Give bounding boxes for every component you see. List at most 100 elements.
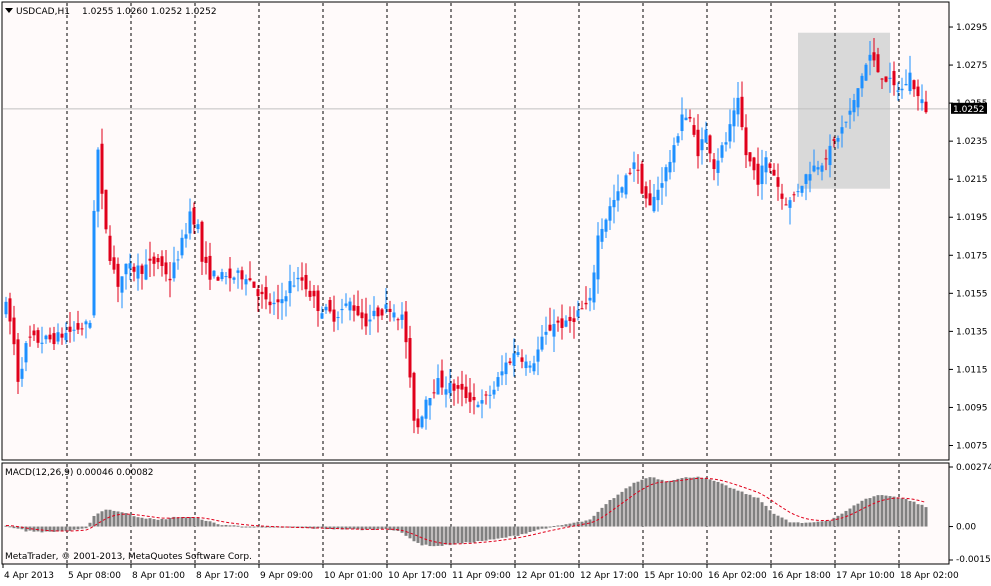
macd-bar bbox=[808, 522, 812, 527]
macd-bar bbox=[208, 521, 212, 527]
copyright-label: MetaTrader, © 2001-2013, MetaQuotes Soft… bbox=[5, 552, 252, 562]
candle-body bbox=[16, 339, 20, 382]
price-axis[interactable]: 1.02951.02751.02551.02351.02151.01951.01… bbox=[949, 23, 988, 451]
candle-body bbox=[532, 363, 536, 372]
macd-bar bbox=[36, 526, 40, 532]
macd-bar bbox=[848, 508, 852, 527]
candle-body bbox=[832, 139, 836, 141]
candle-body bbox=[188, 211, 192, 234]
macd-bar bbox=[640, 479, 644, 527]
candle-body bbox=[380, 309, 384, 316]
candle-body bbox=[840, 127, 844, 134]
candle-body bbox=[160, 256, 164, 267]
price-chart[interactable]: 1.02951.02751.02551.02351.02151.01951.01… bbox=[0, 0, 991, 582]
candle-body bbox=[544, 331, 548, 335]
candle-body bbox=[848, 110, 852, 115]
macd-bar bbox=[452, 526, 456, 545]
macd-bar bbox=[380, 526, 384, 530]
candle-body bbox=[768, 163, 772, 168]
macd-bar bbox=[840, 513, 844, 527]
chart-window[interactable]: 1.02951.02751.02551.02351.02151.01951.01… bbox=[0, 0, 991, 582]
y-tick-label: 1.0155 bbox=[956, 289, 988, 299]
macd-bar bbox=[748, 494, 752, 527]
candle-body bbox=[52, 333, 56, 345]
candle-body bbox=[628, 172, 632, 174]
candle-body bbox=[124, 263, 128, 275]
candle-body bbox=[812, 165, 816, 172]
macd-bar bbox=[124, 513, 128, 527]
candle-body bbox=[884, 76, 888, 82]
macd-bar bbox=[684, 477, 688, 527]
macd-bar bbox=[116, 511, 120, 527]
candle-body bbox=[504, 362, 508, 375]
macd-bar bbox=[552, 526, 556, 528]
candle-body bbox=[732, 110, 736, 127]
macd-axis[interactable]: 0.00274 0.00 -0.00154 bbox=[949, 463, 991, 565]
candle-body bbox=[748, 152, 752, 162]
candle-body bbox=[676, 136, 680, 143]
highlight-box bbox=[798, 32, 890, 189]
macd-bar bbox=[524, 526, 528, 534]
macd-bar bbox=[876, 495, 880, 527]
macd-bar bbox=[776, 515, 780, 527]
macd-bar bbox=[616, 494, 620, 527]
candle-body bbox=[60, 333, 64, 338]
candle-body bbox=[180, 237, 184, 256]
macd-bar bbox=[692, 477, 696, 527]
macd-bar bbox=[768, 510, 772, 527]
candle-body bbox=[172, 262, 176, 279]
candle-body bbox=[604, 219, 608, 232]
highlight-rectangle[interactable] bbox=[798, 32, 890, 189]
macd-bar bbox=[148, 518, 152, 527]
candle-body bbox=[56, 332, 60, 342]
candle-body bbox=[408, 338, 412, 378]
macd-bar bbox=[576, 521, 580, 527]
macd-bar bbox=[508, 526, 512, 537]
macd-bar bbox=[620, 491, 624, 527]
candle-body bbox=[196, 224, 200, 230]
candle-body bbox=[760, 165, 764, 185]
candle-body bbox=[440, 370, 444, 388]
macd-bar bbox=[240, 526, 244, 528]
macd-bar bbox=[504, 526, 508, 538]
x-tick-label: 10 Apr 01:00 bbox=[324, 571, 383, 581]
macd-bar bbox=[396, 526, 400, 531]
candle-body bbox=[924, 101, 928, 113]
macd-bar bbox=[820, 521, 824, 527]
candle-body bbox=[632, 162, 636, 169]
candle-body bbox=[68, 326, 72, 332]
macd-bar bbox=[252, 526, 256, 528]
macd-bar bbox=[168, 517, 172, 527]
candle-body bbox=[452, 383, 456, 391]
candle-body bbox=[360, 312, 364, 319]
candle-body bbox=[864, 64, 868, 81]
macd-bar bbox=[68, 526, 72, 531]
candle-body bbox=[152, 256, 156, 264]
candle-body bbox=[776, 177, 780, 187]
candle-body bbox=[276, 299, 280, 303]
macd-bar bbox=[136, 517, 140, 527]
candle-body bbox=[228, 268, 232, 279]
macd-bar bbox=[204, 520, 208, 527]
candle-body bbox=[868, 54, 872, 61]
candle-body bbox=[720, 145, 724, 158]
candle-body bbox=[192, 207, 196, 225]
candle-body bbox=[48, 334, 52, 340]
macd-bar bbox=[832, 517, 836, 527]
macd-bar bbox=[472, 526, 476, 543]
candle-body bbox=[796, 191, 800, 193]
candle-body bbox=[448, 382, 452, 394]
candle-body bbox=[136, 265, 140, 279]
macd-bar bbox=[628, 486, 632, 527]
candle-body bbox=[444, 389, 448, 395]
candle-body bbox=[740, 96, 744, 128]
candle-body bbox=[528, 365, 532, 368]
candle-body bbox=[288, 281, 292, 294]
macd-bar bbox=[708, 479, 712, 527]
macd-bar bbox=[112, 510, 116, 527]
time-axis[interactable]: 4 Apr 2013 5 Apr 08:00 8 Apr 01:00 8 Apr 17… bbox=[2, 564, 959, 581]
candle-body bbox=[908, 72, 912, 91]
macd-bar bbox=[696, 476, 700, 527]
current-price-tag: 1.0252 bbox=[951, 102, 987, 115]
x-tick-label: 18 Apr 02:00 bbox=[900, 571, 959, 581]
